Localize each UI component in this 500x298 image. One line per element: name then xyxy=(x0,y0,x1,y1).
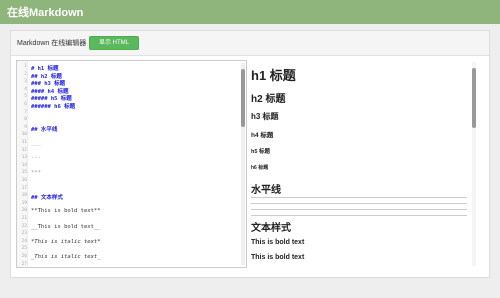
line-number: 10 xyxy=(21,132,27,138)
preview-h1: h1 标题 xyxy=(251,68,296,83)
panel-header: Markdown 在线编辑器 显示 HTML xyxy=(11,31,489,56)
line-number: 12 xyxy=(21,147,27,153)
code-line[interactable]: __This is bold text__ xyxy=(31,224,101,230)
line-number: 18 xyxy=(21,193,27,199)
preview-h3: h3 标题 xyxy=(251,112,279,121)
line-number: 24 xyxy=(21,238,27,244)
preview-rule xyxy=(251,209,467,210)
code-line[interactable]: *** xyxy=(31,170,41,176)
show-html-button[interactable]: 显示 HTML xyxy=(89,36,139,50)
line-number: 15 xyxy=(21,170,27,176)
preview-heading-text-style: 文本样式 xyxy=(251,223,291,234)
line-number: 6 xyxy=(24,102,27,107)
preview-rule xyxy=(251,203,467,204)
line-number: 14 xyxy=(21,162,27,168)
panel-heading: Markdown 在线编辑器 xyxy=(17,40,87,47)
line-number: 11 xyxy=(21,140,27,145)
preview-scrollbar-thumb[interactable] xyxy=(472,68,476,128)
preview-h6: h6 标题 xyxy=(251,165,269,171)
markdown-preview: h1 标题 h2 标题 h3 标题 h4 标题 h5 标题 h6 标题 水平线 … xyxy=(251,60,479,268)
line-number: 13 xyxy=(21,155,27,161)
preview-bold-text: This is bold text xyxy=(251,239,305,246)
line-number: 20 xyxy=(21,208,27,214)
line-number: 21 xyxy=(21,216,27,221)
preview-heading-rules: 水平线 xyxy=(251,185,281,196)
code-line[interactable]: --- xyxy=(31,155,41,161)
line-number: 25 xyxy=(21,246,27,252)
line-number: 16 xyxy=(21,178,27,183)
line-number: 7 xyxy=(24,109,27,115)
code-line[interactable]: ## 文本样式 xyxy=(31,193,63,201)
line-number: 17 xyxy=(21,185,27,191)
code-line[interactable]: *This is italic text* xyxy=(31,239,101,245)
preview-rule xyxy=(251,215,467,216)
app-header: 在线Markdown xyxy=(0,0,500,24)
preview-h4: h4 标题 xyxy=(251,132,274,139)
code-line[interactable]: **This is bold text** xyxy=(31,208,101,214)
editor-scrollbar[interactable] xyxy=(241,63,245,265)
line-number: 4 xyxy=(24,86,27,92)
line-number: 2 xyxy=(24,71,27,77)
app-title: 在线Markdown xyxy=(7,7,84,19)
preview-rule-divider xyxy=(251,197,467,198)
line-number: 22 xyxy=(21,223,27,229)
line-number: 19 xyxy=(21,200,27,206)
preview-bold-text: This is bold text xyxy=(251,254,305,261)
line-number: 8 xyxy=(24,117,27,123)
line-number: 9 xyxy=(24,124,27,130)
editor-scrollbar-thumb[interactable] xyxy=(241,69,245,127)
preview-scrollbar[interactable] xyxy=(472,62,476,266)
preview-h2: h2 标题 xyxy=(251,94,286,105)
editor-panel: Markdown 在线编辑器 显示 HTML 1 2 3 4 5 6 7 8 9 10 11 12 13… xyxy=(10,30,490,278)
line-number: 3 xyxy=(24,79,27,85)
preview-h5: h5 标题 xyxy=(251,149,270,155)
line-number: 26 xyxy=(21,254,27,259)
line-number: 27 xyxy=(21,261,27,267)
line-number-gutter: 1 2 3 4 5 6 7 8 9 10 11 12 13 14 15 16 17 18 19 20 21 22 23 24 2… xyxy=(17,61,28,267)
line-number: 23 xyxy=(21,231,27,237)
code-line[interactable]: ###### h6 标题 xyxy=(31,102,75,110)
line-number: 5 xyxy=(24,94,27,100)
code-line[interactable]: _This is italic text_ xyxy=(31,254,101,260)
markdown-editor[interactable]: 1 2 3 4 5 6 7 8 9 10 11 12 13 14 15 16 17 18 19 20 21 22 23 24 2… xyxy=(16,60,247,268)
line-number: 1 xyxy=(24,64,27,69)
code-line[interactable]: ___ xyxy=(31,140,41,146)
code-line[interactable]: ## 水平线 xyxy=(31,125,57,133)
